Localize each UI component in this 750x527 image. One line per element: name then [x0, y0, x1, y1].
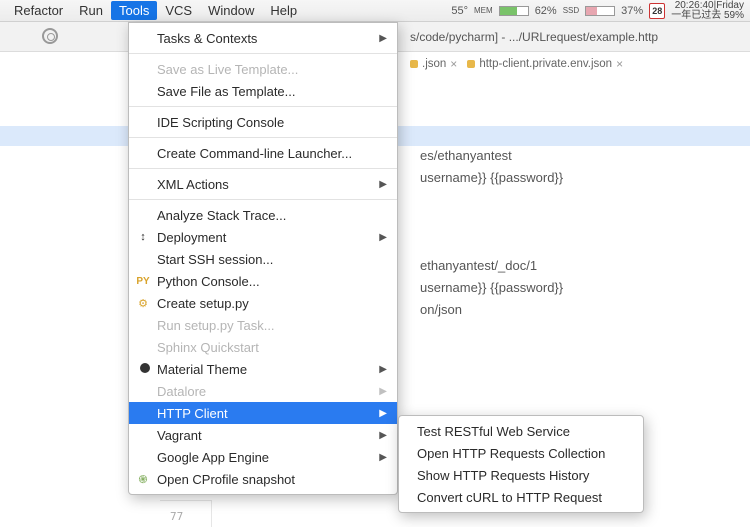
menu-google-app-engine[interactable]: Google App Engine▶ [129, 446, 397, 468]
menu-deployment[interactable]: ↕Deployment▶ [129, 226, 397, 248]
menu-cmdline-launcher[interactable]: Create Command-line Launcher... [129, 142, 397, 164]
cpu-temp: 55° [451, 5, 468, 17]
chevron-right-icon: ▶ [379, 364, 387, 375]
json-file-icon [410, 60, 418, 68]
ssd-meter [585, 6, 615, 16]
menu-tasks-contexts[interactable]: Tasks & Contexts▶ [129, 27, 397, 49]
menu-refactor[interactable]: Refactor [6, 1, 71, 20]
menu-ide-scripting[interactable]: IDE Scripting Console [129, 111, 397, 133]
menu-vcs[interactable]: VCS [157, 1, 200, 20]
chevron-right-icon: ▶ [379, 386, 387, 397]
menu-tools[interactable]: Tools [111, 1, 157, 20]
tab-http-client-env[interactable]: http-client.private.env.json × [467, 57, 623, 71]
ssd-pct: 37% [621, 5, 643, 17]
ssd-label: SSD [563, 6, 579, 15]
separator [129, 106, 397, 107]
separator [129, 199, 397, 200]
chevron-right-icon: ▶ [379, 232, 387, 243]
menu-python-console[interactable]: PYPython Console... [129, 270, 397, 292]
separator [129, 168, 397, 169]
mem-pct: 62% [535, 5, 557, 17]
submenu-test-restful[interactable]: Test RESTful Web Service [399, 420, 643, 442]
calendar-icon[interactable]: 28 [649, 3, 665, 19]
menu-run[interactable]: Run [71, 1, 111, 20]
menu-save-file-template[interactable]: Save File as Template... [129, 80, 397, 102]
code-line: es/ethanyantest [420, 148, 512, 163]
separator [129, 53, 397, 54]
menu-create-setup[interactable]: ⚙Create setup.py [129, 292, 397, 314]
window-title: s/code/pycharm] - .../URLrequest/example… [410, 30, 658, 44]
system-status: 55° MEM 62% SSD 37% 28 20:26:40|Friday 一… [451, 1, 744, 21]
chevron-right-icon: ▶ [379, 452, 387, 463]
code-line: username}} {{password}} [420, 280, 563, 295]
submenu-show-requests-history[interactable]: Show HTTP Requests History [399, 464, 643, 486]
clock-time: 20:26:40|Friday [671, 1, 744, 11]
tools-dropdown: Tasks & Contexts▶ Save as Live Template.… [128, 22, 398, 495]
menu-ssh[interactable]: Start SSH session... [129, 248, 397, 270]
deployment-icon: ↕ [135, 231, 151, 243]
menu-sphinx: Sphinx Quickstart [129, 336, 397, 358]
gutter-edge [160, 500, 212, 527]
separator [129, 137, 397, 138]
clock-progress: 一年已过去 59% [671, 11, 744, 21]
menubar: Refactor Run Tools VCS Window Help 55° M… [0, 0, 750, 22]
material-theme-icon [135, 363, 151, 376]
mem-meter [499, 6, 529, 16]
menu-material-theme[interactable]: Material Theme▶ [129, 358, 397, 380]
mem-label: MEM [474, 6, 493, 15]
tab-label: .json [422, 58, 446, 70]
menu-save-live-template: Save as Live Template... [129, 58, 397, 80]
python-icon: PY [135, 276, 151, 287]
gear-icon: ⚙ [135, 297, 151, 310]
editor-tabs: .json × http-client.private.env.json × [410, 52, 623, 76]
code-line: ethanyantest/_doc/1 [420, 258, 537, 273]
chevron-right-icon: ▶ [379, 179, 387, 190]
tab-json[interactable]: .json × [410, 57, 457, 71]
menu-vagrant[interactable]: Vagrant▶ [129, 424, 397, 446]
chevron-right-icon: ▶ [379, 33, 387, 44]
code-line: username}} {{password}} [420, 170, 563, 185]
submenu-open-requests-collection[interactable]: Open HTTP Requests Collection [399, 442, 643, 464]
submenu-convert-curl[interactable]: Convert cURL to HTTP Request [399, 486, 643, 508]
http-client-submenu: Test RESTful Web Service Open HTTP Reque… [398, 415, 644, 513]
menu-datalore: Datalore▶ [129, 380, 397, 402]
menu-open-cprofile[interactable]: ֍Open CProfile snapshot [129, 468, 397, 490]
chevron-right-icon: ▶ [379, 408, 387, 419]
menu-help[interactable]: Help [262, 1, 305, 20]
close-icon[interactable]: × [616, 57, 623, 71]
code-line: on/json [420, 302, 462, 317]
clock: 20:26:40|Friday 一年已过去 59% [671, 1, 744, 21]
menu-xml-actions[interactable]: XML Actions▶ [129, 173, 397, 195]
tab-label: http-client.private.env.json [479, 58, 612, 70]
menu-analyze-stack[interactable]: Analyze Stack Trace... [129, 204, 397, 226]
menu-run-setup: Run setup.py Task... [129, 314, 397, 336]
chevron-right-icon: ▶ [379, 430, 387, 441]
snake-icon: ֍ [135, 472, 151, 487]
target-icon[interactable] [42, 28, 58, 44]
json-file-icon [467, 60, 475, 68]
close-icon[interactable]: × [450, 57, 457, 71]
menu-window[interactable]: Window [200, 1, 262, 20]
menu-http-client[interactable]: HTTP Client▶ [129, 402, 397, 424]
